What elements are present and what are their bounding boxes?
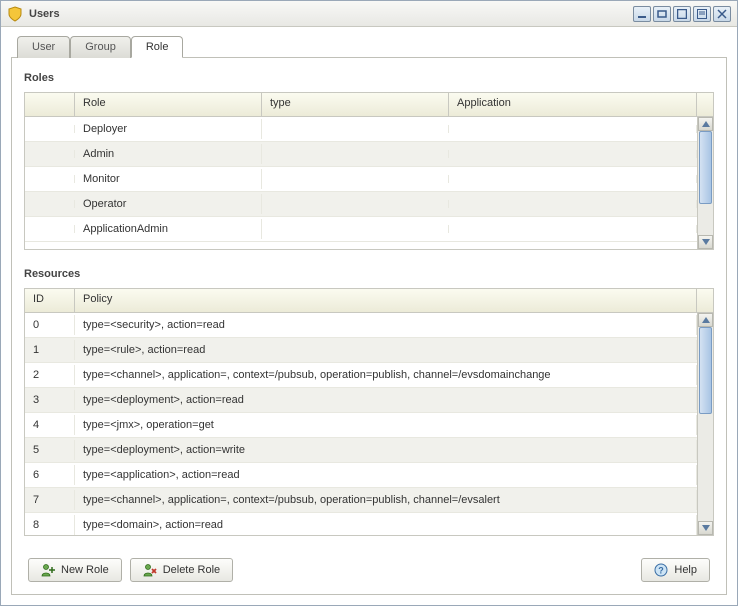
roles-rows: Deployer Admin Monitor <box>25 117 697 249</box>
help-label: Help <box>674 564 697 576</box>
new-role-button[interactable]: New Role <box>28 558 122 582</box>
tab-group[interactable]: Group <box>70 36 131 58</box>
tab-bar: User Group Role <box>17 35 727 57</box>
roles-col-role[interactable]: Role <box>75 93 262 116</box>
resources-grid: ID Policy 0type=<security>, action=read … <box>24 288 714 536</box>
minimize-button[interactable] <box>633 6 651 22</box>
tab-body-role: Roles Role type Application Deployer <box>11 57 727 595</box>
table-row[interactable]: 3type=<deployment>, action=read <box>25 388 697 413</box>
collapse-button[interactable] <box>693 6 711 22</box>
maximize-button[interactable] <box>673 6 691 22</box>
table-row[interactable]: 0type=<security>, action=read <box>25 313 697 338</box>
close-button[interactable] <box>713 6 731 22</box>
roles-col-scroll <box>697 93 713 116</box>
roles-grid-header: Role type Application <box>25 93 713 117</box>
table-row[interactable]: Operator <box>25 192 697 217</box>
table-row[interactable]: 2type=<channel>, application=, context=/… <box>25 363 697 388</box>
restore-button[interactable] <box>653 6 671 22</box>
help-button[interactable]: ? Help <box>641 558 710 582</box>
resources-col-id[interactable]: ID <box>25 289 75 312</box>
add-user-icon <box>41 563 55 577</box>
table-row[interactable]: 7type=<channel>, application=, context=/… <box>25 488 697 513</box>
table-row[interactable]: 4type=<jmx>, operation=get <box>25 413 697 438</box>
new-role-label: New Role <box>61 564 109 576</box>
scroll-down-icon[interactable] <box>698 521 713 535</box>
table-row[interactable]: 5type=<deployment>, action=write <box>25 438 697 463</box>
scroll-down-icon[interactable] <box>698 235 713 249</box>
table-row[interactable]: Monitor <box>25 167 697 192</box>
roles-col-blank[interactable] <box>25 93 75 116</box>
window-controls <box>633 6 731 22</box>
table-row[interactable]: ApplicationAdmin <box>25 217 697 242</box>
table-row[interactable]: 8type=<domain>, action=read <box>25 513 697 535</box>
resources-rows: 0type=<security>, action=read 1type=<rul… <box>25 313 697 535</box>
svg-text:?: ? <box>659 566 665 576</box>
tab-user[interactable]: User <box>17 36 70 58</box>
shield-icon <box>7 6 23 22</box>
footer-bar: New Role Delete Role ? Help <box>24 550 714 584</box>
resources-label: Resources <box>24 268 714 280</box>
help-icon: ? <box>654 563 668 577</box>
roles-col-application[interactable]: Application <box>449 93 697 116</box>
content-area: User Group Role Roles Role type Applicat… <box>1 27 737 605</box>
resources-col-scroll <box>697 289 713 312</box>
resources-col-policy[interactable]: Policy <box>75 289 697 312</box>
table-row[interactable]: Deployer <box>25 117 697 142</box>
scroll-up-icon[interactable] <box>698 313 713 327</box>
table-row[interactable]: Admin <box>25 142 697 167</box>
resources-grid-header: ID Policy <box>25 289 713 313</box>
roles-scrollbar[interactable] <box>697 117 713 249</box>
users-window: Users User Group Role Roles Role type Ap… <box>0 0 738 606</box>
tab-role[interactable]: Role <box>131 36 184 58</box>
scroll-up-icon[interactable] <box>698 117 713 131</box>
resources-scrollbar[interactable] <box>697 313 713 535</box>
window-title: Users <box>29 8 633 20</box>
titlebar: Users <box>1 1 737 27</box>
delete-role-label: Delete Role <box>163 564 220 576</box>
delete-user-icon <box>143 563 157 577</box>
roles-label: Roles <box>24 72 714 84</box>
table-row[interactable]: 1type=<rule>, action=read <box>25 338 697 363</box>
table-row[interactable]: 6type=<application>, action=read <box>25 463 697 488</box>
roles-grid: Role type Application Deployer <box>24 92 714 250</box>
roles-col-type[interactable]: type <box>262 93 449 116</box>
delete-role-button[interactable]: Delete Role <box>130 558 233 582</box>
